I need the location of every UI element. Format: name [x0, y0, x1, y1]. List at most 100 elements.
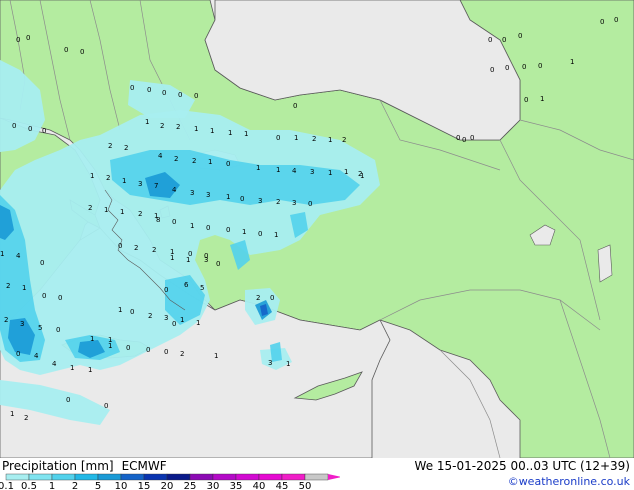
precip-value: 2	[4, 316, 8, 324]
precip-value: 0	[216, 260, 220, 268]
legend-label: 20	[161, 481, 174, 490]
precip-value: 1	[208, 158, 212, 166]
precip-value: 0	[64, 46, 68, 54]
legend-swatch	[212, 473, 237, 481]
precip-value: 1	[180, 316, 184, 324]
precip-value: 2	[312, 135, 316, 143]
legend-swatch	[97, 473, 122, 481]
precip-value: 6	[184, 281, 189, 289]
precip-value: 1	[190, 222, 194, 230]
precip-value: 0	[258, 230, 262, 238]
precip-value: 2	[180, 350, 184, 358]
precip-value: 0	[600, 18, 604, 26]
precip-value: 7	[154, 182, 158, 190]
precip-value: 0	[240, 195, 244, 203]
precip-value: 1	[170, 254, 174, 262]
precip-value: 0	[226, 226, 230, 234]
precip-value: 1	[186, 256, 190, 264]
legend-label: 0.5	[21, 481, 37, 490]
precip-value: 0	[126, 344, 130, 352]
precip-value: 0	[56, 326, 60, 334]
legend-label: 45	[276, 481, 289, 490]
precip-value: 2	[88, 204, 92, 212]
precip-value: 1	[22, 284, 26, 292]
precip-value: 4	[172, 186, 177, 194]
precip-value: 2	[276, 198, 280, 206]
precip-value: 2	[174, 155, 178, 163]
precip-value: 1	[10, 410, 14, 418]
precip-value: 0	[522, 63, 526, 71]
precip-value: 2	[6, 282, 10, 290]
precip-value: 1	[120, 208, 124, 216]
legend-swatch	[74, 473, 99, 481]
precip-value: 0	[58, 294, 62, 302]
precip-value: 0	[28, 125, 32, 133]
precip-value: 0	[164, 286, 168, 294]
precip-value: 0	[80, 48, 84, 56]
precip-value: 0	[456, 134, 460, 142]
legend-swatch	[5, 473, 30, 481]
precip-value: 1	[196, 319, 200, 327]
precip-value: 0	[206, 224, 210, 232]
precip-value: 1	[88, 366, 92, 374]
precip-value: 0	[470, 134, 474, 142]
legend-swatch	[258, 473, 283, 481]
title-label: Precipitation [mm]	[2, 459, 114, 473]
precip-value: 2	[106, 174, 110, 182]
precip-value: 2	[342, 136, 346, 144]
precip-value: 0	[505, 64, 509, 72]
precip-value: 5	[38, 324, 42, 332]
legend-arrow	[328, 474, 340, 480]
legend-label: 0.1	[0, 481, 14, 490]
precip-value: 4	[34, 352, 39, 360]
precip-value: 0	[276, 134, 280, 142]
precip-value: 0	[42, 127, 46, 135]
legend-swatch	[166, 473, 191, 481]
precip-value: 1	[244, 130, 248, 138]
precip-value: 1	[328, 136, 332, 144]
precip-value: 3	[258, 197, 262, 205]
precip-value: 3	[292, 199, 296, 207]
precip-value: 1	[276, 166, 280, 174]
credit-link[interactable]: ©weatheronline.co.uk	[508, 475, 630, 488]
precip-value: 0	[488, 36, 492, 44]
precip-value: 0	[490, 66, 494, 74]
forecast-datetime: We 15-01-2025 00..03 UTC (12+39)	[414, 459, 630, 473]
precip-value: 3	[206, 191, 210, 199]
legend-label: 50	[299, 481, 312, 490]
legend-label: 5	[95, 481, 101, 490]
precip-value: 2	[256, 294, 260, 302]
precip-value: 0	[40, 259, 44, 267]
legend-swatch	[51, 473, 76, 481]
precip-value: 0	[293, 102, 297, 110]
precip-value: 1	[256, 164, 260, 172]
precip-value: 4	[158, 152, 163, 160]
precip-value: 1	[104, 206, 108, 214]
precip-value: 0	[194, 92, 198, 100]
precip-value: 5	[200, 284, 204, 292]
precip-value: 1	[90, 172, 94, 180]
precip-value: 0	[162, 89, 166, 97]
precip-value: 3	[138, 180, 142, 188]
precip-value: 0	[172, 218, 176, 226]
legend-swatch	[281, 473, 306, 481]
precip-value: 1	[194, 125, 198, 133]
legend-swatch	[143, 473, 168, 481]
precip-value: 1	[122, 177, 126, 185]
precip-value: 1	[328, 169, 332, 177]
precip-value: 1	[228, 129, 232, 137]
precip-value: 3	[268, 359, 272, 367]
precip-value: 1	[540, 95, 544, 103]
precip-value: 1	[214, 352, 218, 360]
precip-value: 1	[570, 58, 574, 66]
precip-value: 1	[210, 127, 214, 135]
precip-value: 0	[146, 346, 150, 354]
precip-value: 1	[274, 231, 278, 239]
precip-value: 1	[0, 250, 4, 258]
precip-value: 2	[134, 244, 138, 252]
precip-value: 1	[344, 168, 348, 176]
precip-value: 1	[226, 193, 230, 201]
precip-value: 3	[310, 168, 314, 176]
precip-value: 2	[24, 414, 28, 422]
legend-label: 2	[72, 481, 78, 490]
